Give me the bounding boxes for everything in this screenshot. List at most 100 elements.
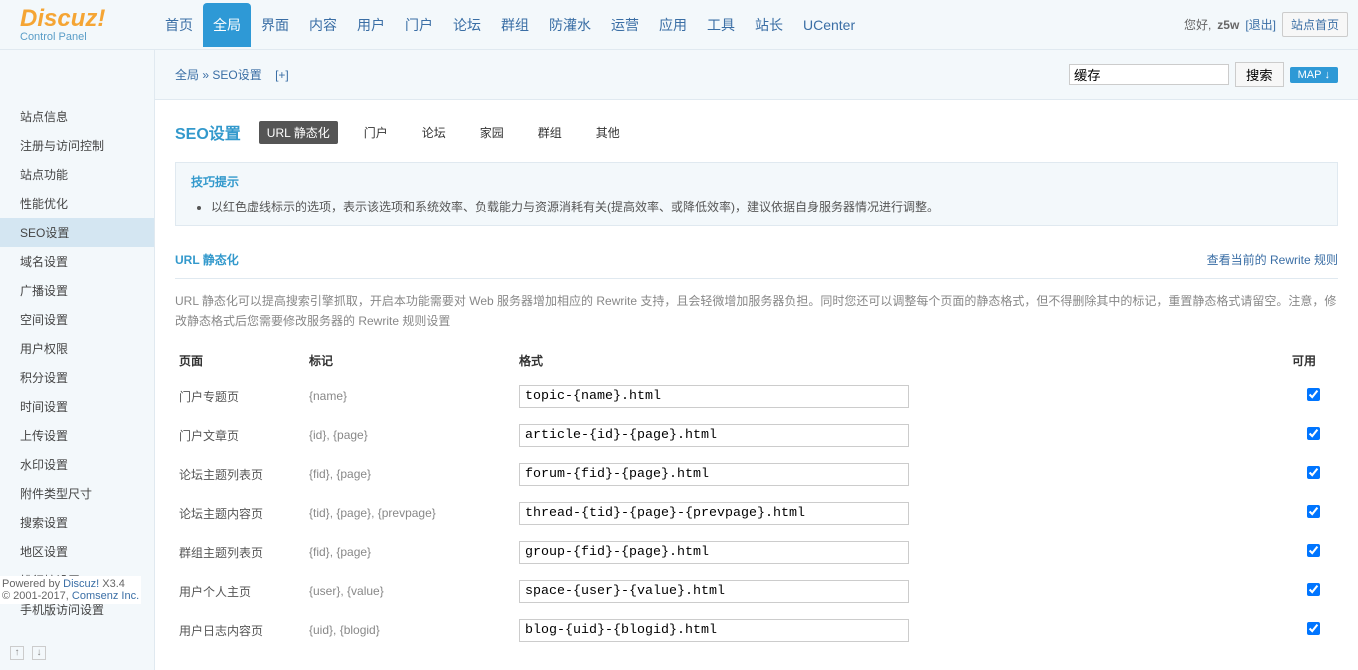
sidebar-item[interactable]: 广播设置 <box>0 276 154 305</box>
table-row: 论坛主题列表页{fid}, {page} <box>175 455 1338 494</box>
main-nav-item[interactable]: 工具 <box>697 7 745 43</box>
sub-nav-tab[interactable]: 论坛 <box>414 121 454 144</box>
table-row: 门户专题页{name} <box>175 377 1338 416</box>
view-rewrite-link[interactable]: 查看当前的 Rewrite 规则 <box>1207 251 1338 268</box>
logo[interactable]: Discuz! Control Panel <box>10 7 155 43</box>
enable-checkbox[interactable] <box>1307 622 1320 635</box>
main-nav-item[interactable]: 群组 <box>491 7 539 43</box>
cell-page: 用户日志内容页 <box>175 611 305 650</box>
main-nav-item[interactable]: UCenter <box>793 9 865 41</box>
sidebar-item[interactable]: 附件类型尺寸 <box>0 479 154 508</box>
main-nav-item[interactable]: 门户 <box>395 7 443 43</box>
cell-mark: {fid}, {page} <box>305 533 515 572</box>
cell-mark: {tid}, {page}, {prevpage} <box>305 494 515 533</box>
enable-checkbox[interactable] <box>1307 583 1320 596</box>
sidebar-item[interactable]: 站点功能 <box>0 160 154 189</box>
cell-format <box>515 377 1288 416</box>
cell-page: 用户个人主页 <box>175 572 305 611</box>
cell-mark: {user}, {value} <box>305 572 515 611</box>
main-nav-item[interactable]: 全局 <box>203 3 251 47</box>
sidebar-item[interactable]: 水印设置 <box>0 450 154 479</box>
sidebar-item[interactable]: 上传设置 <box>0 421 154 450</box>
enable-checkbox[interactable] <box>1307 388 1320 401</box>
sub-nav-tab[interactable]: 群组 <box>530 121 570 144</box>
cell-format <box>515 611 1288 650</box>
breadcrumb: 全局 » SEO设置 [+] <box>175 66 289 83</box>
cell-mark: {uid}, {blogid} <box>305 611 515 650</box>
footer-discuz-link[interactable]: Discuz! <box>63 578 99 590</box>
cell-page: 门户文章页 <box>175 416 305 455</box>
logo-subtitle: Control Panel <box>20 31 155 43</box>
sub-nav-tab[interactable]: 其他 <box>588 121 628 144</box>
format-input[interactable] <box>519 502 909 525</box>
main-nav-item[interactable]: 防灌水 <box>539 7 601 43</box>
format-input[interactable] <box>519 385 909 408</box>
sidebar-item[interactable]: SEO设置 <box>0 218 154 247</box>
top-header: Discuz! Control Panel 首页全局界面内容用户门户论坛群组防灌… <box>0 0 1358 50</box>
sidebar-footer: ↑ ↓ <box>10 646 46 660</box>
cell-enable <box>1288 611 1338 650</box>
settings-table: 页面 标记 格式 可用 门户专题页{name}门户文章页{id}, {page}… <box>175 344 1338 650</box>
cell-page: 门户专题页 <box>175 377 305 416</box>
sub-nav-tab[interactable]: URL 静态化 <box>259 121 338 144</box>
table-row: 群组主题列表页{fid}, {page} <box>175 533 1338 572</box>
sidebar-item[interactable]: 空间设置 <box>0 305 154 334</box>
main-nav-item[interactable]: 运营 <box>601 7 649 43</box>
sidebar-item[interactable]: 积分设置 <box>0 363 154 392</box>
sub-nav: SEO设置 URL 静态化门户论坛家园群组其他 <box>175 120 1338 144</box>
sidebar-item[interactable]: 站点信息 <box>0 102 154 131</box>
logo-text: Discuz! <box>20 7 155 31</box>
sidebar-item[interactable]: 注册与访问控制 <box>0 131 154 160</box>
format-input[interactable] <box>519 424 909 447</box>
cell-mark: {fid}, {page} <box>305 455 515 494</box>
sub-nav-tab[interactable]: 家园 <box>472 121 512 144</box>
sub-nav-tab[interactable]: 门户 <box>356 121 396 144</box>
main-nav-item[interactable]: 首页 <box>155 7 203 43</box>
enable-checkbox[interactable] <box>1307 505 1320 518</box>
logout-link[interactable]: [退出] <box>1245 16 1276 33</box>
cell-enable <box>1288 377 1338 416</box>
nav-down-icon[interactable]: ↓ <box>32 646 46 660</box>
enable-checkbox[interactable] <box>1307 427 1320 440</box>
main-nav: 首页全局界面内容用户门户论坛群组防灌水运营应用工具站长UCenter <box>155 3 1184 47</box>
search-button[interactable]: 搜索 <box>1235 62 1284 87</box>
breadcrumb-current: SEO设置 <box>212 68 261 82</box>
sidebar-item[interactable]: 用户权限 <box>0 334 154 363</box>
format-input[interactable] <box>519 619 909 642</box>
main-nav-item[interactable]: 用户 <box>347 7 395 43</box>
main-nav-item[interactable]: 应用 <box>649 7 697 43</box>
section-header: URL 静态化 查看当前的 Rewrite 规则 <box>175 241 1338 279</box>
cell-enable <box>1288 494 1338 533</box>
table-row: 用户个人主页{user}, {value} <box>175 572 1338 611</box>
nav-up-icon[interactable]: ↑ <box>10 646 24 660</box>
breadcrumb-plus[interactable]: [+] <box>275 68 289 82</box>
cell-format <box>515 494 1288 533</box>
breadcrumb-root[interactable]: 全局 <box>175 68 199 82</box>
format-input[interactable] <box>519 541 909 564</box>
main-nav-item[interactable]: 内容 <box>299 7 347 43</box>
cell-page: 论坛主题内容页 <box>175 494 305 533</box>
format-input[interactable] <box>519 463 909 486</box>
cell-enable <box>1288 416 1338 455</box>
map-button[interactable]: MAP ↓ <box>1290 67 1338 83</box>
section-desc: URL 静态化可以提高搜索引擎抓取，开启本功能需要对 Web 服务器增加相应的 … <box>175 279 1338 344</box>
site-home-button[interactable]: 站点首页 <box>1282 12 1348 37</box>
sidebar-item[interactable]: 性能优化 <box>0 189 154 218</box>
cell-mark: {name} <box>305 377 515 416</box>
main-nav-item[interactable]: 论坛 <box>443 7 491 43</box>
sidebar-item[interactable]: 搜索设置 <box>0 508 154 537</box>
search-input[interactable] <box>1069 64 1229 85</box>
tip-box: 技巧提示 以红色虚线标示的选项，表示该选项和系统效率、负载能力与资源消耗有关(提… <box>175 162 1338 226</box>
cell-enable <box>1288 533 1338 572</box>
enable-checkbox[interactable] <box>1307 544 1320 557</box>
enable-checkbox[interactable] <box>1307 466 1320 479</box>
search-area: 搜索 MAP ↓ <box>1069 62 1338 87</box>
main-nav-item[interactable]: 界面 <box>251 7 299 43</box>
sidebar-item[interactable]: 地区设置 <box>0 537 154 566</box>
breadcrumb-bar: 全局 » SEO设置 [+] 搜索 MAP ↓ <box>155 50 1358 100</box>
sidebar-item[interactable]: 域名设置 <box>0 247 154 276</box>
sidebar-item[interactable]: 时间设置 <box>0 392 154 421</box>
format-input[interactable] <box>519 580 909 603</box>
main-nav-item[interactable]: 站长 <box>745 7 793 43</box>
footer-comsenz-link[interactable]: Comsenz Inc. <box>72 590 139 602</box>
